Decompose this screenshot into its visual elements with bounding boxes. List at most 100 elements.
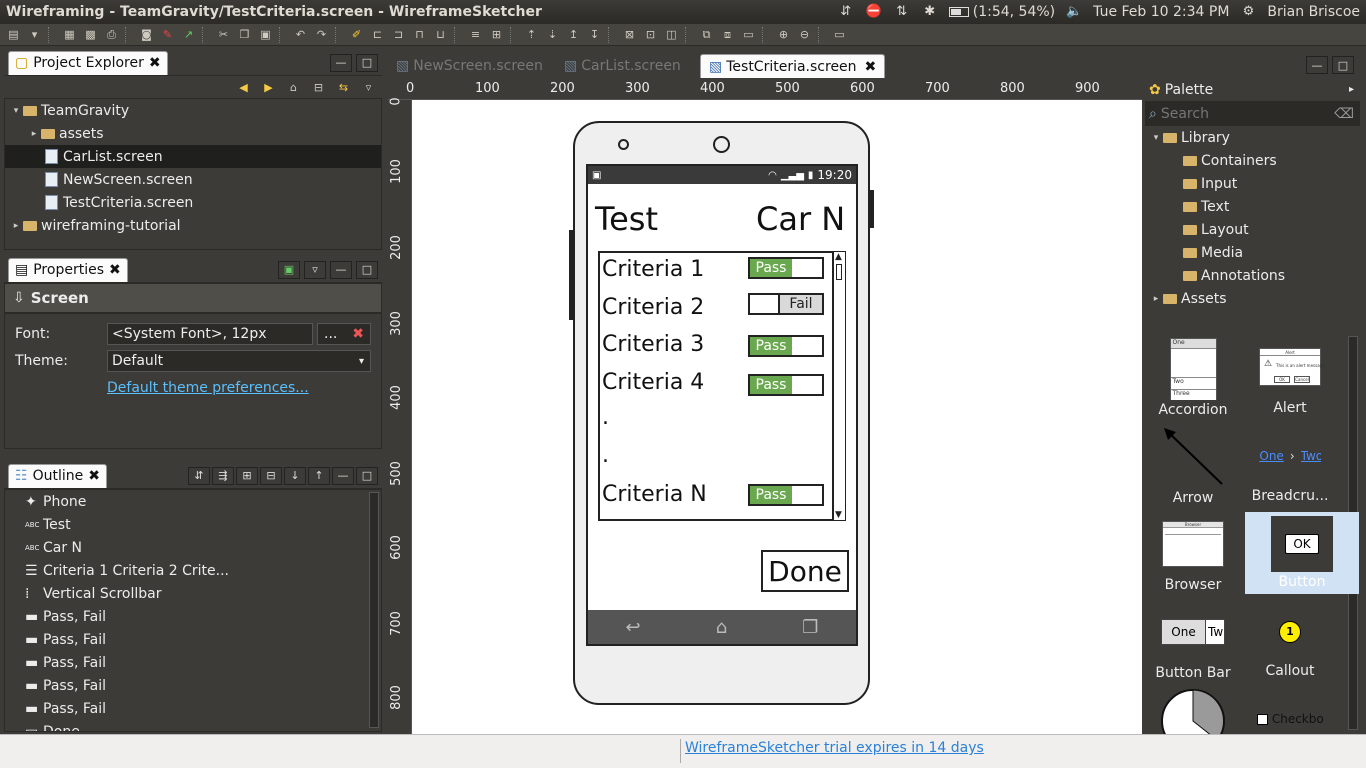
screen-title-left[interactable]: Test [595, 200, 658, 238]
theme-preferences-link[interactable]: Default theme preferences... [107, 380, 309, 396]
outline-item-test[interactable]: ABC Test [5, 513, 381, 536]
close-icon[interactable]: ✖ [149, 55, 161, 71]
maximize-button[interactable]: □ [356, 260, 378, 279]
collapse-all-icon[interactable]: ⊟ [309, 78, 328, 96]
bring-front-icon[interactable]: ⇡ [522, 26, 541, 44]
vertical-scrollbar[interactable]: ▲ ▼ [832, 252, 845, 520]
minimize-button[interactable]: — [330, 260, 352, 279]
pin-button[interactable]: ▣ [278, 260, 300, 279]
scroll-thumb[interactable] [836, 264, 842, 280]
outline-item-toggle[interactable]: ▬ Pass, Fail [5, 674, 381, 697]
outline-item-carn[interactable]: ABC Car N [5, 536, 381, 559]
clock[interactable]: Tue Feb 10 2:34 PM [1093, 4, 1229, 20]
collapse-arrow-icon[interactable]: ▸ [9, 221, 23, 231]
clear-search-icon[interactable]: ⌫ [1334, 106, 1354, 122]
cut-icon[interactable]: ✂ [214, 26, 233, 44]
palette-search[interactable]: ⌕ ⌫ [1145, 102, 1360, 126]
user-name[interactable]: Brian Briscoe [1267, 4, 1360, 20]
align-top-icon[interactable]: ⊔ [431, 26, 450, 44]
zoom-in-icon[interactable]: ⊕ [774, 26, 793, 44]
outline-tool-4-icon[interactable]: ⊟ [260, 466, 282, 485]
palette-folder-layout[interactable]: Layout [1145, 218, 1360, 241]
properties-tab[interactable]: ▤ Properties ✖ [8, 257, 128, 282]
palette-assets[interactable]: ▸ Assets [1145, 287, 1360, 310]
outline-tool-1-icon[interactable]: ⇵ [188, 466, 210, 485]
close-icon[interactable]: ✖ [109, 262, 121, 278]
gear-icon[interactable]: ⚙ [1239, 4, 1257, 20]
undo-icon[interactable]: ↶ [291, 26, 310, 44]
collapse-arrow-icon[interactable]: ▸ [1149, 294, 1163, 304]
scroll-down-icon[interactable]: ▼ [835, 510, 842, 520]
bluetooth-icon[interactable]: ✱ [921, 4, 939, 20]
align-right-icon[interactable]: ⊓ [410, 26, 429, 44]
outline-item-scrollbar[interactable]: ⁞ Vertical Scrollbar [5, 582, 381, 605]
tree-item-wireframing-tutorial[interactable]: ▸ wireframing-tutorial [5, 214, 381, 237]
palette-folder-containers[interactable]: Containers [1145, 149, 1360, 172]
tree-item-newscreen[interactable]: NewScreen.screen [5, 168, 381, 191]
unlink-icon[interactable]: ⧈ [718, 26, 737, 44]
palette-search-input[interactable] [1160, 106, 1321, 122]
forward-icon[interactable]: ▶ [259, 78, 278, 96]
outline-scrollbar[interactable] [369, 492, 379, 728]
pass-fail-toggle[interactable]: Pass [748, 335, 824, 357]
minimize-button[interactable]: — [332, 466, 354, 485]
palette-folder-input[interactable]: Input [1145, 172, 1360, 195]
new-icon[interactable]: ▤ [4, 26, 23, 44]
palette-collapse-icon[interactable]: ▸ [1349, 84, 1354, 95]
palette-folder-text[interactable]: Text [1145, 195, 1360, 218]
fullscreen-icon[interactable]: ▭ [830, 26, 849, 44]
font-field[interactable]: <System Font>, 12px [107, 323, 313, 345]
volume-icon[interactable]: 🔈 [1065, 4, 1083, 20]
theme-select[interactable]: Default ▾ [107, 350, 371, 372]
pass-fail-toggle[interactable]: Pass [748, 257, 824, 279]
tab-carlist[interactable]: ▧ CarList.screen [556, 54, 700, 78]
close-icon[interactable]: ✖ [88, 468, 100, 484]
battery-indicator[interactable]: (1:54, 54%) [948, 4, 1055, 20]
palette-item-arrow[interactable]: Arrow [1145, 426, 1241, 506]
pdf-icon[interactable]: ✎ [158, 26, 177, 44]
view-menu-button[interactable]: ▿ [304, 260, 326, 279]
forward-icon[interactable]: ↥ [564, 26, 583, 44]
close-icon[interactable]: ✖ [865, 59, 877, 75]
outline-tool-2-icon[interactable]: ⇶ [212, 466, 234, 485]
home-icon[interactable]: ⌂ [284, 78, 303, 96]
tree-item-carlist[interactable]: CarList.screen [5, 145, 381, 168]
zoom-out-icon[interactable]: ⊖ [795, 26, 814, 44]
project-explorer-tab[interactable]: ▢ Project Explorer ✖ [8, 50, 168, 75]
backward-icon[interactable]: ↧ [585, 26, 604, 44]
print-icon[interactable]: ⎙ [102, 26, 121, 44]
trial-link[interactable]: WireframeSketcher trial expires in 14 da… [685, 740, 984, 756]
align-left-icon[interactable]: ⊏ [368, 26, 387, 44]
font-picker-button[interactable]: ... ✖ [317, 323, 371, 345]
align-center-icon[interactable]: ⊐ [389, 26, 408, 44]
lock-icon[interactable]: ⊠ [620, 26, 639, 44]
outline-item-toggle[interactable]: ▬ Pass, Fail [5, 628, 381, 651]
network-icon[interactable]: ⇅ [893, 4, 911, 20]
recents-icon[interactable]: ❐ [802, 617, 818, 638]
pass-fail-toggle[interactable]: Pass [748, 374, 824, 396]
save-icon[interactable]: ▦ [60, 26, 79, 44]
screen-title-right[interactable]: Car N [756, 200, 845, 238]
maximize-button[interactable]: □ [1332, 56, 1354, 74]
tab-testcriteria[interactable]: ▧ TestCriteria.screen ✖ [700, 54, 886, 78]
screenshot-icon[interactable]: ▭ [739, 26, 758, 44]
done-button[interactable]: Done [761, 550, 849, 592]
maximize-button[interactable]: □ [356, 53, 378, 72]
palette-item-chart[interactable] [1145, 688, 1241, 734]
link-editor-icon[interactable]: ⇆ [334, 78, 353, 96]
group-icon[interactable]: ⊞ [487, 26, 506, 44]
palette-folder-media[interactable]: Media [1145, 241, 1360, 264]
outline-tab[interactable]: ☷ Outline ✖ [8, 463, 107, 488]
expand-arrow-icon[interactable]: ▾ [9, 106, 23, 116]
outline-item-list[interactable]: ☰ Criteria 1 Criteria 2 Crite... [5, 559, 381, 582]
expand-arrow-icon[interactable]: ▾ [1149, 133, 1163, 143]
palette-item-button[interactable]: OK Button [1245, 512, 1359, 594]
copy-icon[interactable]: ❐ [235, 26, 254, 44]
minimize-button[interactable]: — [330, 53, 352, 72]
export-icon[interactable]: ↗ [179, 26, 198, 44]
pass-fail-toggle[interactable]: Pass [748, 484, 824, 506]
palette-item-button-bar[interactable]: One Tw Button Bar [1145, 619, 1241, 681]
palette-item-alert[interactable]: Alert ⚠ This is an alert message. OK Can… [1242, 348, 1338, 416]
outline-item-phone[interactable]: ✦ Phone [5, 490, 381, 513]
outline-item-toggle[interactable]: ▬ Pass, Fail [5, 697, 381, 720]
